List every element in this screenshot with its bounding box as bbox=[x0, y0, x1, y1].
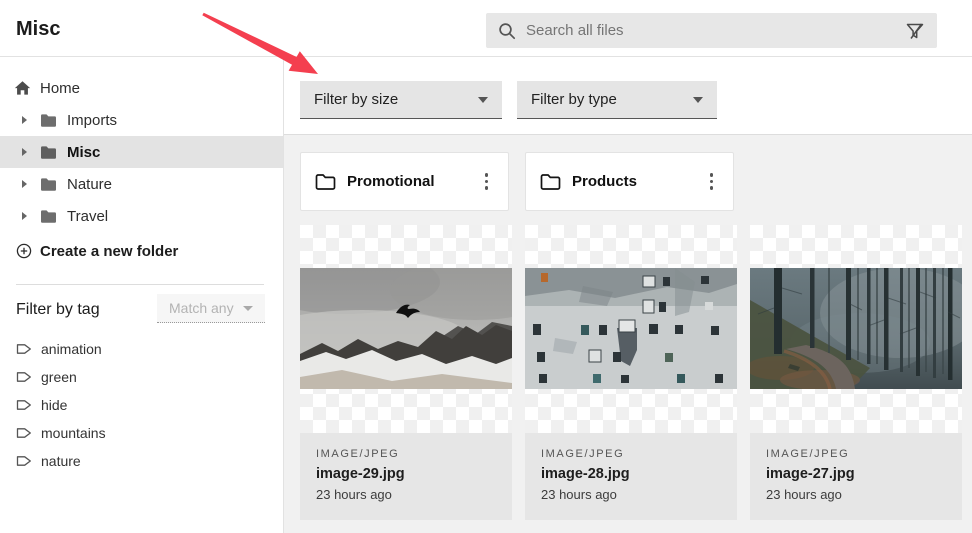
thumbnail-transparency-checkerboard bbox=[750, 225, 962, 433]
sidebar-item-label: Home bbox=[40, 80, 80, 97]
folder-card-promotional[interactable]: Promotional bbox=[300, 152, 509, 211]
kebab-menu-icon[interactable] bbox=[479, 169, 495, 194]
sidebar-item-label: Misc bbox=[67, 144, 100, 161]
thumbnail-image bbox=[525, 268, 737, 389]
chevron-right-icon[interactable] bbox=[22, 212, 27, 220]
tag-icon bbox=[16, 370, 32, 384]
sidebar-item-misc[interactable]: Misc bbox=[0, 136, 283, 168]
sidebar-item-label: Nature bbox=[67, 176, 112, 193]
folder-icon bbox=[315, 173, 336, 191]
filter-by-type-dropdown[interactable]: Filter by type bbox=[517, 81, 717, 119]
thumbnail-transparency-checkerboard bbox=[300, 225, 512, 433]
chevron-right-icon[interactable] bbox=[22, 180, 27, 188]
folder-icon bbox=[40, 113, 57, 128]
content-panel: Promotional Products bbox=[284, 135, 972, 533]
filter-by-size-dropdown[interactable]: Filter by size bbox=[300, 81, 502, 119]
file-type: IMAGE/JPEG bbox=[541, 448, 721, 460]
tag-item-mountains[interactable]: mountains bbox=[16, 419, 266, 447]
file-card-image-27[interactable]: IMAGE/JPEG image-27.jpg 23 hours ago bbox=[750, 225, 962, 520]
folder-icon bbox=[540, 173, 561, 191]
tag-item-hide[interactable]: hide bbox=[16, 391, 266, 419]
sidebar-divider bbox=[16, 284, 264, 285]
folder-name: Promotional bbox=[347, 173, 435, 190]
thumbnail-transparency-checkerboard bbox=[525, 225, 737, 433]
file-name: image-28.jpg bbox=[541, 466, 721, 482]
match-selector-value: Match any bbox=[169, 300, 234, 316]
tag-label: green bbox=[41, 369, 77, 385]
thumbnail-image bbox=[750, 268, 962, 389]
sidebar: Home Imports Misc Nature Travel Create a bbox=[0, 58, 284, 533]
tag-icon bbox=[16, 342, 32, 356]
file-modified: 23 hours ago bbox=[541, 487, 721, 502]
tag-item-nature[interactable]: nature bbox=[16, 447, 266, 475]
folder-icon bbox=[40, 177, 57, 192]
file-meta: IMAGE/JPEG image-29.jpg 23 hours ago bbox=[300, 433, 512, 520]
folder-icon bbox=[40, 145, 57, 160]
search-bar[interactable] bbox=[486, 13, 937, 48]
tag-icon bbox=[16, 426, 32, 440]
tag-label: nature bbox=[41, 453, 81, 469]
file-type: IMAGE/JPEG bbox=[766, 448, 946, 460]
main-area: Filter by size Filter by type Promotiona… bbox=[284, 58, 972, 533]
tag-label: animation bbox=[41, 341, 102, 357]
folder-icon bbox=[40, 209, 57, 224]
file-type: IMAGE/JPEG bbox=[316, 448, 496, 460]
tag-label: mountains bbox=[41, 425, 106, 441]
file-modified: 23 hours ago bbox=[766, 487, 946, 502]
chevron-right-icon[interactable] bbox=[22, 148, 27, 156]
sidebar-item-imports[interactable]: Imports bbox=[0, 104, 283, 136]
chevron-down-icon bbox=[693, 97, 703, 103]
tag-label: hide bbox=[41, 397, 67, 413]
sidebar-item-travel[interactable]: Travel bbox=[0, 200, 283, 232]
create-folder-button[interactable]: Create a new folder bbox=[0, 235, 283, 267]
home-icon bbox=[14, 80, 31, 97]
filter-by-size-label: Filter by size bbox=[314, 91, 398, 108]
file-name: image-27.jpg bbox=[766, 466, 946, 482]
kebab-menu-icon[interactable] bbox=[704, 169, 720, 194]
tag-icon bbox=[16, 398, 32, 412]
file-meta: IMAGE/JPEG image-28.jpg 23 hours ago bbox=[525, 433, 737, 520]
chevron-down-icon bbox=[478, 97, 488, 103]
filter-by-type-label: Filter by type bbox=[531, 91, 617, 108]
chevron-down-icon bbox=[243, 306, 253, 311]
create-folder-label: Create a new folder bbox=[40, 243, 178, 260]
sidebar-item-label: Travel bbox=[67, 208, 108, 225]
folder-card-products[interactable]: Products bbox=[525, 152, 734, 211]
search-input[interactable] bbox=[526, 22, 905, 39]
tag-item-animation[interactable]: animation bbox=[16, 335, 266, 363]
file-card-image-29[interactable]: IMAGE/JPEG image-29.jpg 23 hours ago bbox=[300, 225, 512, 520]
filter-off-icon[interactable] bbox=[905, 21, 925, 41]
thumbnail-image bbox=[300, 268, 512, 389]
sidebar-item-label: Imports bbox=[67, 112, 117, 129]
tag-item-green[interactable]: green bbox=[16, 363, 266, 391]
sidebar-item-home[interactable]: Home bbox=[0, 72, 283, 104]
search-icon bbox=[498, 22, 516, 40]
file-name: image-29.jpg bbox=[316, 466, 496, 482]
page-title: Misc bbox=[16, 18, 60, 41]
folder-name: Products bbox=[572, 173, 637, 190]
file-meta: IMAGE/JPEG image-27.jpg 23 hours ago bbox=[750, 433, 962, 520]
plus-circle-icon bbox=[16, 243, 32, 259]
tag-icon bbox=[16, 454, 32, 468]
match-selector-dropdown[interactable]: Match any bbox=[157, 294, 265, 323]
chevron-right-icon[interactable] bbox=[22, 116, 27, 124]
file-modified: 23 hours ago bbox=[316, 487, 496, 502]
filter-by-tag-heading: Filter by tag bbox=[16, 301, 100, 319]
app-header: Misc bbox=[0, 0, 972, 57]
file-card-image-28[interactable]: IMAGE/JPEG image-28.jpg 23 hours ago bbox=[525, 225, 737, 520]
sidebar-item-nature[interactable]: Nature bbox=[0, 168, 283, 200]
